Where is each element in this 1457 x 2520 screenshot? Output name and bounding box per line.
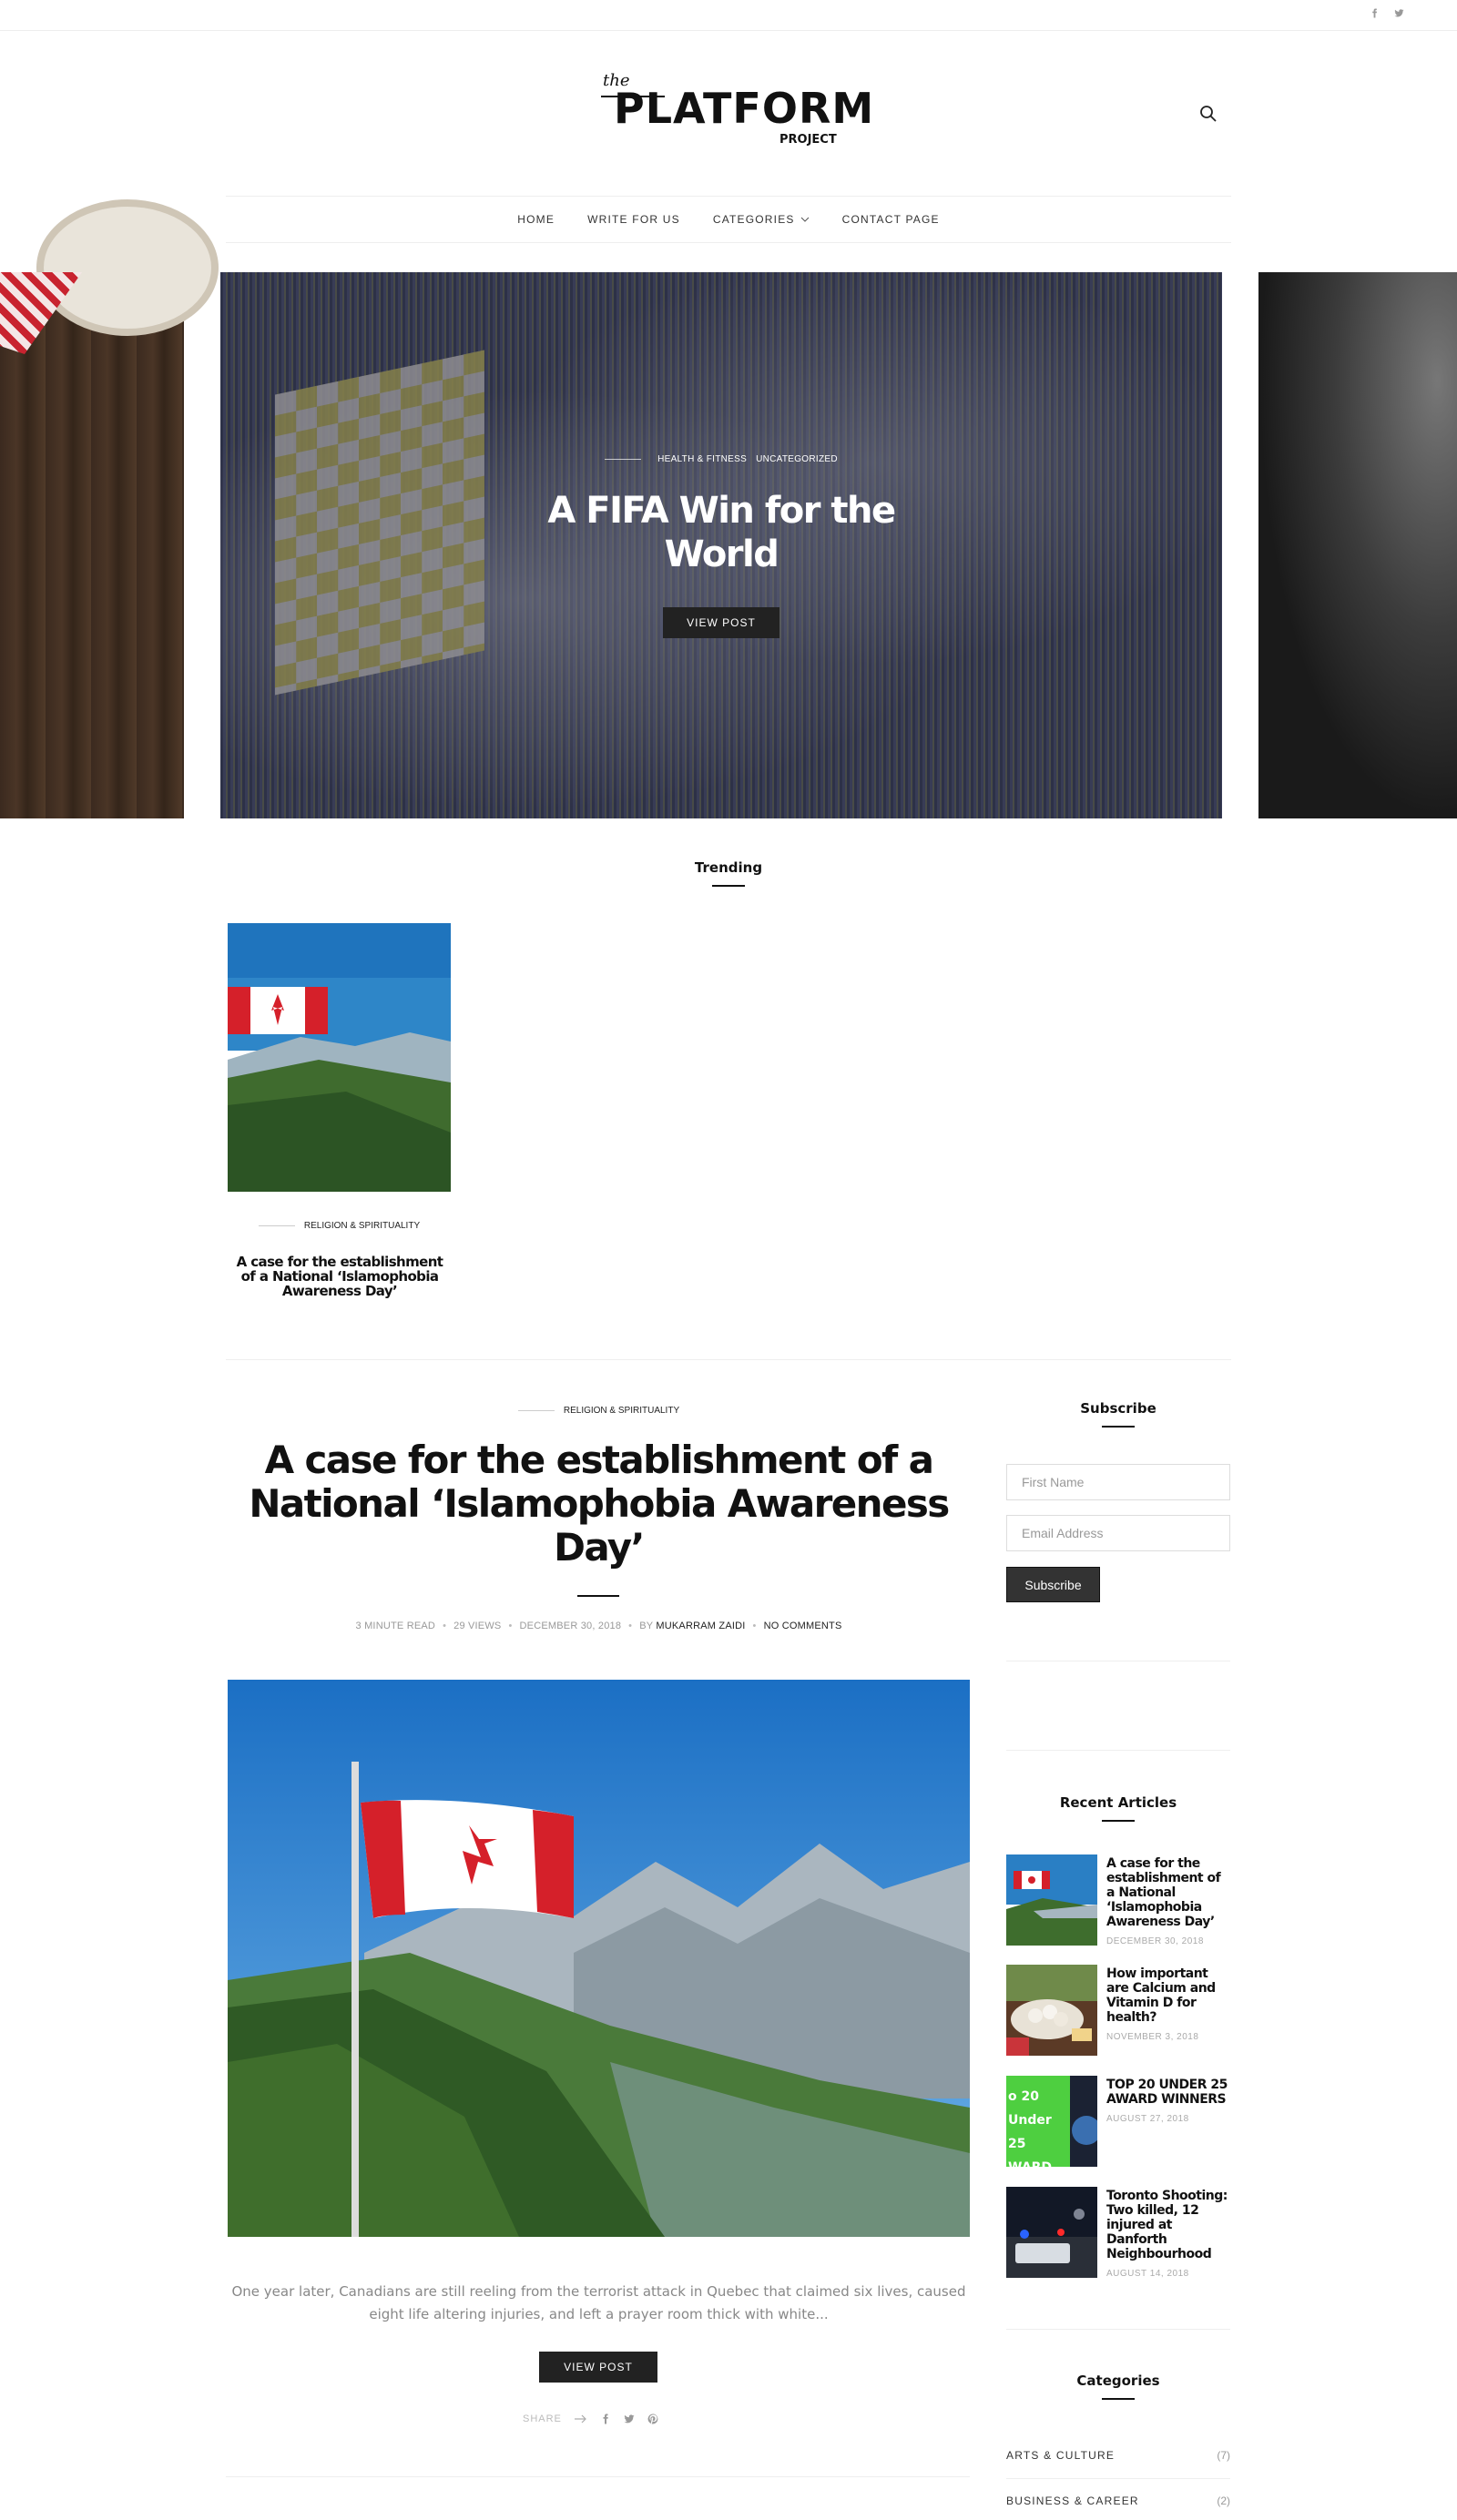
category-label[interactable]: ARTS & CULTURE	[1006, 2449, 1115, 2462]
sidebar-divider	[1006, 2329, 1230, 2330]
twitter-icon[interactable]	[1394, 8, 1404, 18]
hero-view-post-button[interactable]: VIEW POST	[663, 607, 779, 638]
nav-contact-page[interactable]: CONTACT PAGE	[842, 213, 940, 226]
logo-sub: PROJECT	[779, 133, 837, 147]
slider-prev-slide[interactable]	[0, 199, 219, 818]
recent-thumb[interactable]	[1006, 1965, 1097, 2056]
post-category: RELIGION & SPIRITUALITY	[228, 1406, 970, 1416]
trending-category-link[interactable]: RELIGION & SPIRITUALITY	[304, 1221, 420, 1231]
facebook-icon[interactable]	[1370, 8, 1380, 18]
category-rule	[605, 458, 642, 460]
sidebar-divider	[1006, 1750, 1230, 1751]
site-logo[interactable]: the PLATFORM PROJECT	[601, 71, 873, 153]
recent-date: AUGUST 27, 2018	[1106, 2114, 1189, 2124]
slider-next-slide[interactable]	[1258, 272, 1457, 818]
share-twitter-icon[interactable]	[624, 2413, 635, 2424]
recent-article[interactable]: How important are Calcium and Vitamin D …	[1006, 1965, 1230, 2056]
recent-heading: Recent Articles	[1006, 1794, 1230, 1822]
section-divider	[226, 1359, 1231, 1360]
share-facebook-icon[interactable]	[600, 2413, 611, 2424]
category-rule	[258, 1224, 295, 1226]
recent-article[interactable]: A case for the establishment of a Nation…	[1006, 1854, 1230, 1946]
categories-heading: Categories	[1006, 2373, 1230, 2400]
post-view-button[interactable]: VIEW POST	[539, 2352, 657, 2383]
post-read-time: 3 MINUTE READ	[355, 1621, 436, 1631]
top-bar	[0, 0, 1457, 31]
arrow-right-icon	[574, 2414, 586, 2423]
post-category-link[interactable]: RELIGION & SPIRITUALITY	[564, 1406, 679, 1416]
hero-category-link[interactable]: HEALTH & FITNESS	[657, 454, 747, 464]
hero-title[interactable]: A FIFA Win for the World	[494, 489, 949, 576]
post-meta: 3 MINUTE READ • 29 VIEWS • DECEMBER 30, 2018…	[355, 1621, 842, 1631]
slide-image-plate	[36, 199, 219, 336]
recent-title[interactable]: How important are Calcium and Vitamin D …	[1106, 1966, 1216, 2025]
nav-home[interactable]: HOME	[517, 213, 555, 226]
nav-categories[interactable]: CATEGORIES	[713, 213, 810, 226]
recent-date: DECEMBER 30, 2018	[1106, 1936, 1204, 1946]
recent-date: NOVEMBER 3, 2018	[1106, 2032, 1199, 2042]
social-links	[1370, 8, 1404, 18]
email-field[interactable]	[1006, 1515, 1230, 1551]
recent-title[interactable]: Toronto Shooting: Two killed, 12 injured…	[1106, 2189, 1228, 2261]
category-divider	[1006, 2478, 1230, 2479]
post-by: BY	[639, 1621, 654, 1631]
recent-thumb[interactable]: o 20 Under 25 WARD	[1006, 2076, 1097, 2167]
first-name-field[interactable]	[1006, 1464, 1230, 1500]
post-excerpt: One year later, Canadians are still reel…	[231, 2283, 966, 2322]
search-icon[interactable]	[1198, 104, 1218, 124]
recent-thumb-text: o 20 Under 25 WARD	[1008, 2089, 1052, 2167]
hero-slide[interactable]: HEALTH & FITNESS UNCATEGORIZED A FIFA Win…	[220, 272, 1222, 818]
category-rule	[517, 1409, 555, 1411]
share-pinterest-icon[interactable]	[647, 2413, 658, 2424]
share-bar: SHARE	[523, 2413, 658, 2424]
recent-title[interactable]: A case for the establishment of a Nation…	[1106, 1856, 1221, 1929]
post-views: 29 VIEWS	[453, 1621, 502, 1631]
title-rule	[577, 1595, 619, 1597]
chevron-down-icon	[800, 217, 809, 222]
category-label[interactable]: BUSINESS & CAREER	[1006, 2495, 1139, 2507]
category-count: (7)	[1217, 2449, 1230, 2462]
post-author-link[interactable]: MUKARRAM ZAIDI	[656, 1621, 745, 1631]
recent-article[interactable]: Toronto Shooting: Two killed, 12 injured…	[1006, 2187, 1230, 2279]
recent-article[interactable]: o 20 Under 25 WARD TOP 20 UNDER 25 AWARD…	[1006, 2076, 1230, 2167]
recent-thumb[interactable]	[1006, 2187, 1097, 2278]
logo-main: PLATFORM	[614, 84, 875, 133]
trending-heading: Trending	[637, 859, 820, 887]
recent-date: AUGUST 14, 2018	[1106, 2269, 1189, 2279]
hero-category-link[interactable]: UNCATEGORIZED	[756, 454, 838, 464]
trending-post-image[interactable]	[228, 923, 451, 1192]
post-title[interactable]: A case for the establishment of a Nation…	[228, 1438, 970, 1570]
recent-title[interactable]: TOP 20 UNDER 25 AWARD WINNERS	[1106, 2078, 1228, 2107]
post-featured-image[interactable]	[228, 1680, 970, 2237]
category-count: (2)	[1217, 2495, 1230, 2507]
nav-write-for-us[interactable]: WRITE FOR US	[587, 213, 680, 226]
main-nav: HOME WRITE FOR US CATEGORIES CONTACT PAG…	[226, 196, 1231, 243]
trending-post-category: RELIGION & SPIRITUALITY	[228, 1221, 451, 1231]
post-date: DECEMBER 30, 2018	[519, 1621, 622, 1631]
trending-post-title[interactable]: A case for the establishment of a Nation…	[229, 1255, 450, 1298]
subscribe-button[interactable]: Subscribe	[1006, 1567, 1100, 1602]
nav-categories-label: CATEGORIES	[712, 213, 795, 226]
category-item[interactable]: BUSINESS & CAREER (2)	[1006, 2495, 1230, 2507]
hero-categories: HEALTH & FITNESS UNCATEGORIZED	[220, 454, 1222, 464]
category-item[interactable]: ARTS & CULTURE (7)	[1006, 2449, 1230, 2462]
share-label: SHARE	[523, 2413, 562, 2424]
post-divider	[226, 2476, 970, 2477]
recent-thumb[interactable]	[1006, 1854, 1097, 1946]
subscribe-heading: Subscribe	[1006, 1400, 1230, 1428]
post-comments-link[interactable]: NO COMMENTS	[764, 1621, 842, 1631]
